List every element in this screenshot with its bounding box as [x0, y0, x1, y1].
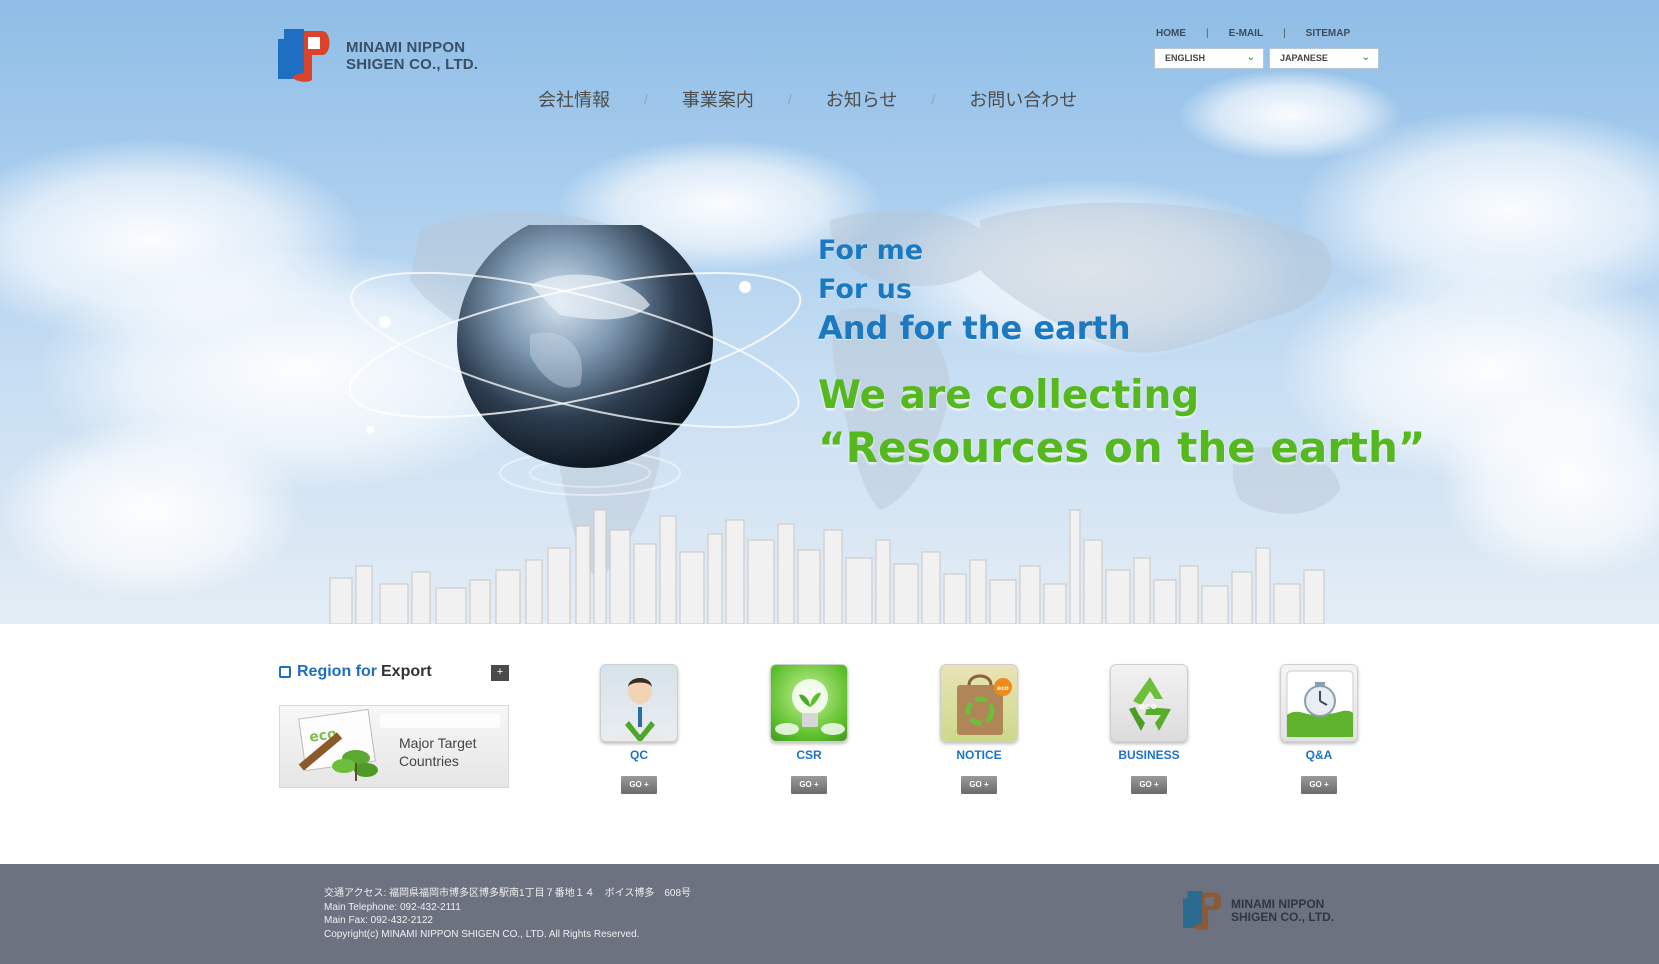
divider: /: [644, 91, 648, 107]
feature-notice-go-button[interactable]: GO +: [961, 776, 997, 794]
footer-fax: Main Fax: 092-432-2122: [324, 915, 433, 926]
nav-company-info[interactable]: 会社情報: [538, 86, 610, 112]
logo-text: MINAMI NIPPON SHIGEN CO., LTD.: [346, 39, 478, 73]
divider: /: [787, 91, 792, 107]
chevron-down-icon: ⌄: [1361, 52, 1370, 63]
city-skyline-graphic: [329, 509, 1325, 624]
footer-logo-line2: SHIGEN CO., LTD.: [1231, 910, 1335, 924]
utility-nav: HOME | E-MAIL | SITEMAP: [1156, 28, 1350, 39]
footer-logo-text: MINAMI NIPPON SHIGEN CO., LTD.: [1231, 898, 1334, 924]
hero-tagline: For me For us And for the earth: [818, 231, 1131, 348]
footer-address: 交通アクセス: 福岡県福岡市博多区博多駅南1丁目７番地１４ ボイス博多 608号: [324, 888, 692, 899]
sitemap-link[interactable]: SITEMAP: [1306, 28, 1350, 39]
chevron-down-icon: ⌄: [1246, 52, 1255, 63]
hero-headline: We are collecting “Resources on the eart…: [818, 370, 1425, 474]
feature-qa[interactable]: Q&A GO +: [1274, 664, 1364, 794]
cloud: [0, 420, 300, 600]
logo-mark-icon: [1183, 891, 1222, 931]
feature-notice-label: NOTICE: [956, 748, 1002, 762]
footer-copyright: Copyright(c) MINAMI NIPPON SHIGEN CO., L…: [324, 928, 640, 940]
eco-bag-icon: eco: [940, 664, 1018, 742]
banner-tag-strip: [380, 714, 500, 728]
hero-banner: MINAMI NIPPON SHIGEN CO., LTD. HOME | E-…: [0, 0, 1659, 624]
hero-line-3: And for the earth: [818, 309, 1131, 347]
major-target-countries-banner[interactable]: eco Major Target Countries: [279, 705, 509, 788]
nav-business-guide[interactable]: 事業案内: [682, 86, 754, 112]
region-for-export: Region for Export + eco Major Target Cou…: [279, 663, 509, 788]
hero-line-4: We are collecting: [818, 373, 1200, 418]
feature-notice[interactable]: eco NOTICE GO +: [934, 664, 1024, 794]
hero-line-5: “Resources on the earth”: [818, 423, 1426, 472]
feature-csr-go-button[interactable]: GO +: [791, 776, 827, 794]
site-logo[interactable]: MINAMI NIPPON SHIGEN CO., LTD.: [278, 29, 478, 83]
logo-text-line2: SHIGEN CO., LTD.: [346, 56, 479, 73]
footer-info: 交通アクセス: 福岡県福岡市博多区博多駅南1丁目７番地１４ ボイス博多 608号…: [324, 887, 691, 941]
home-link[interactable]: HOME: [1156, 28, 1186, 39]
svg-text:eco: eco: [1139, 702, 1157, 712]
japanese-select[interactable]: JAPANESE ⌄: [1269, 48, 1379, 69]
banner-line-2: Countries: [399, 753, 459, 769]
nav-contact[interactable]: お問い合わせ: [969, 86, 1077, 112]
english-select[interactable]: ENGLISH ⌄: [1154, 48, 1264, 69]
feature-csr[interactable]: CSR GO +: [764, 664, 854, 794]
feature-business-label: BUSINESS: [1118, 748, 1180, 762]
feature-business[interactable]: eco BUSINESS GO +: [1104, 664, 1194, 794]
feature-qc-label: QC: [630, 748, 648, 762]
feature-qa-go-button[interactable]: GO +: [1301, 776, 1337, 794]
feature-qc-go-button[interactable]: GO +: [621, 776, 657, 794]
lightbulb-icon: [770, 664, 848, 742]
svg-text:eco: eco: [997, 685, 1009, 692]
email-link[interactable]: E-MAIL: [1229, 28, 1263, 39]
person-icon: [600, 664, 678, 742]
region-title-blue: Region for: [297, 663, 377, 680]
banner-text: Major Target Countries: [399, 734, 477, 770]
hero-line-1: For me: [818, 235, 924, 266]
hero-line-2: For us: [818, 274, 912, 305]
japanese-select-label: JAPANESE: [1280, 53, 1328, 63]
banner-line-1: Major Target: [399, 735, 477, 751]
region-title-dark: Export: [381, 663, 432, 680]
eco-plant-icon: eco: [298, 708, 378, 781]
region-more-button[interactable]: +: [491, 665, 509, 681]
feature-business-go-button[interactable]: GO +: [1131, 776, 1167, 794]
divider: |: [1283, 28, 1286, 39]
footer: 交通アクセス: 福岡県福岡市博多区博多駅南1丁目７番地１４ ボイス博多 608号…: [0, 864, 1659, 964]
feature-csr-label: CSR: [796, 748, 822, 762]
divider: |: [1206, 28, 1209, 39]
clock-icon: [1280, 664, 1358, 742]
logo-text-line1: MINAMI NIPPON: [346, 39, 466, 56]
globe-illustration: [348, 225, 802, 496]
logo-mark-icon: [278, 29, 332, 83]
main-nav: 会社情報 / 事業案内 / お知らせ / お問い合わせ: [538, 86, 1077, 112]
region-title: Region for Export: [279, 663, 509, 681]
nav-news[interactable]: お知らせ: [826, 86, 898, 112]
english-select-label: ENGLISH: [1165, 53, 1206, 63]
recycle-icon: eco: [1110, 664, 1188, 742]
feature-qc[interactable]: QC GO +: [594, 664, 684, 794]
content-section: Region for Export + eco Major Target Cou…: [0, 624, 1659, 864]
feature-qa-label: Q&A: [1305, 748, 1333, 762]
footer-telephone: Main Telephone: 092-432-2111: [324, 901, 461, 913]
divider: /: [931, 91, 936, 107]
square-bullet-icon: [279, 666, 291, 678]
footer-logo: MINAMI NIPPON SHIGEN CO., LTD.: [1183, 891, 1334, 931]
